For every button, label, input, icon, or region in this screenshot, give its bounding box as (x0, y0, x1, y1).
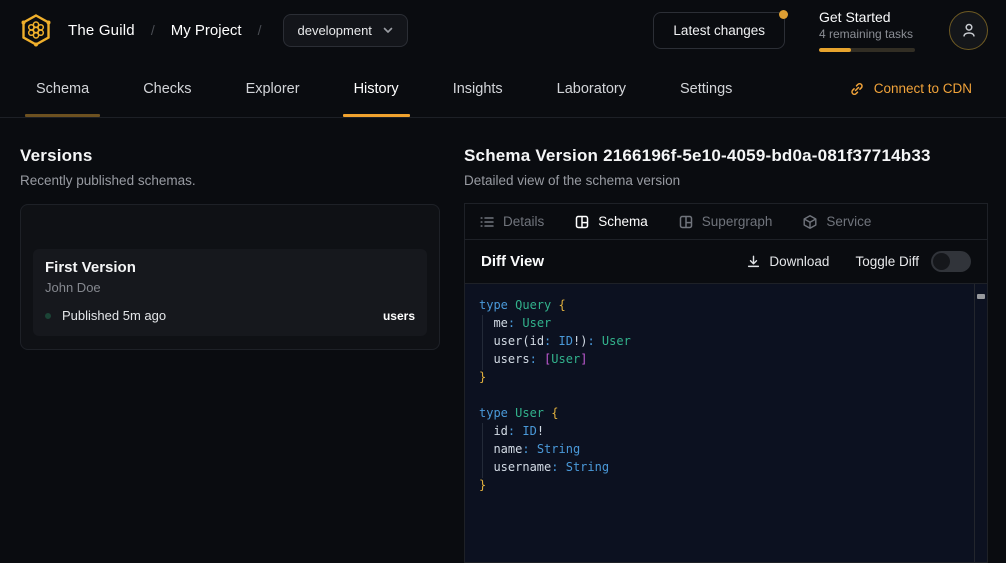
version-status: Published 5m ago (62, 308, 166, 323)
version-list-item[interactable]: First Version John Doe Published 5m ago … (33, 249, 427, 336)
download-icon (746, 254, 761, 269)
org-breadcrumb[interactable]: The Guild (68, 22, 135, 39)
download-button[interactable]: Download (746, 254, 829, 269)
service-badge: users (383, 309, 415, 323)
columns-icon (678, 214, 694, 230)
detail-tabs: Details Schema (465, 204, 987, 240)
indent-guide (482, 423, 483, 478)
avatar[interactable] (949, 11, 988, 50)
published-status-dot (45, 313, 51, 319)
toggle-knob (933, 253, 950, 270)
diff-view-title: Diff View (481, 253, 544, 270)
get-started-progress-fill (819, 48, 851, 52)
code-scrollbar[interactable] (974, 284, 987, 562)
diff-view-header: Diff View Download Toggle D (465, 240, 987, 284)
toggle-diff-switch[interactable] (931, 251, 971, 272)
version-detail-box: Details Schema (464, 203, 988, 563)
notification-dot (779, 10, 788, 19)
box-icon (802, 214, 818, 230)
detail-tab-service[interactable]: Service (802, 214, 871, 230)
chevron-down-icon (382, 24, 394, 36)
versions-card: First Version John Doe Published 5m ago … (20, 204, 440, 350)
version-author: John Doe (45, 280, 415, 295)
link-icon (849, 81, 865, 97)
header: The Guild / My Project / development Lat… (0, 0, 1006, 60)
environment-select-value: development (297, 23, 371, 38)
indent-guide (482, 315, 483, 370)
latest-changes-button[interactable]: Latest changes (653, 12, 785, 49)
tab-settings[interactable]: Settings (669, 60, 743, 117)
get-started-progress-bar (819, 48, 915, 52)
project-breadcrumb[interactable]: My Project (171, 22, 242, 39)
get-started-widget[interactable]: Get Started 4 remaining tasks (819, 9, 915, 52)
tab-laboratory[interactable]: Laboratory (546, 60, 637, 117)
tab-underline-active (343, 114, 410, 117)
versions-panel: Versions Recently published schemas. Fir… (0, 118, 464, 563)
tab-insights[interactable]: Insights (442, 60, 514, 117)
columns-icon (574, 214, 590, 230)
detail-tab-details[interactable]: Details (479, 214, 544, 230)
tab-history[interactable]: History (343, 60, 410, 117)
versions-subtitle: Recently published schemas. (20, 173, 440, 188)
version-detail-subtitle: Detailed view of the schema version (464, 173, 988, 188)
get-started-title: Get Started (819, 9, 915, 25)
detail-tab-supergraph[interactable]: Supergraph (678, 214, 773, 230)
list-icon (479, 214, 495, 230)
toggle-diff-label: Toggle Diff (855, 254, 919, 269)
main-nav: Schema Checks Explorer History Insights … (0, 60, 1006, 118)
connect-to-cdn-link[interactable]: Connect to CDN (849, 60, 972, 117)
detail-tab-schema[interactable]: Schema (574, 214, 648, 230)
version-detail-panel: Schema Version 2166196f-5e10-4059-bd0a-0… (464, 118, 988, 563)
tab-checks[interactable]: Checks (132, 60, 202, 117)
get-started-subtitle: 4 remaining tasks (819, 27, 915, 41)
user-icon (960, 21, 978, 39)
version-name: First Version (45, 259, 415, 276)
code-scrollbar-thumb[interactable] (977, 294, 985, 299)
code-block: type Query { me: User user(id: ID!): Use… (465, 284, 987, 506)
tab-explorer[interactable]: Explorer (235, 60, 311, 117)
tab-schema[interactable]: Schema (25, 60, 100, 117)
tab-underline (25, 114, 100, 117)
breadcrumb-separator: / (256, 22, 264, 38)
breadcrumb-separator: / (149, 22, 157, 38)
guild-logo-icon[interactable] (18, 12, 54, 48)
schema-code-area: type Query { me: User user(id: ID!): Use… (465, 284, 987, 562)
environment-select[interactable]: development (283, 14, 407, 47)
version-detail-title: Schema Version 2166196f-5e10-4059-bd0a-0… (464, 146, 988, 166)
versions-title: Versions (20, 146, 440, 166)
